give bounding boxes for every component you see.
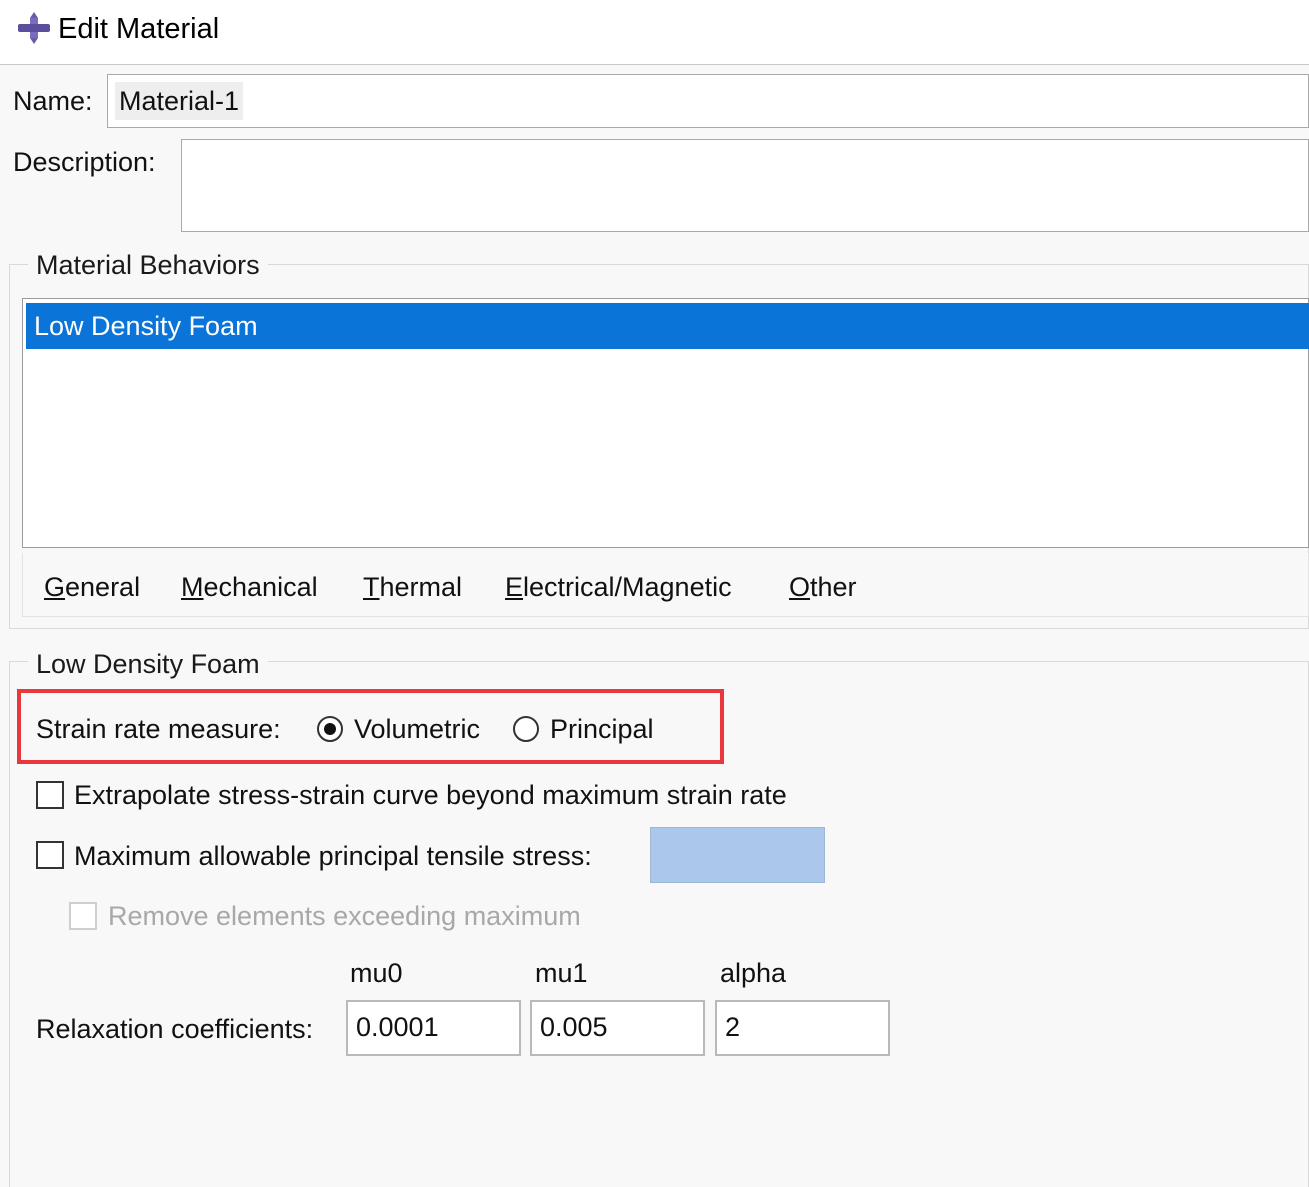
low-density-foam-title: Low Density Foam	[28, 648, 268, 680]
name-value: Material-1	[115, 82, 244, 120]
mu1-input[interactable]: 0.005	[530, 1000, 705, 1056]
radio-volumetric-label[interactable]: Volumetric	[354, 712, 480, 746]
radio-selected-dot	[324, 723, 336, 735]
radio-volumetric[interactable]	[317, 716, 343, 742]
extrapolate-label[interactable]: Extrapolate stress-strain curve beyond m…	[74, 778, 787, 812]
strain-rate-label: Strain rate measure:	[36, 714, 281, 744]
alpha-input[interactable]: 2	[715, 1000, 890, 1056]
window-title: Edit Material	[58, 13, 220, 45]
max-stress-input	[650, 827, 825, 883]
description-field[interactable]	[181, 139, 1309, 232]
column-header-mu1: mu1	[535, 958, 588, 988]
radio-principal[interactable]	[513, 716, 539, 742]
menu-electrical-magnetic[interactable]: Electrical/Magnetic	[505, 570, 732, 604]
extrapolate-checkbox[interactable]	[36, 781, 64, 809]
behavior-item-low-density-foam[interactable]: Low Density Foam	[26, 303, 1309, 349]
column-header-alpha: alpha	[720, 958, 787, 988]
name-label: Name:	[13, 86, 93, 116]
window-titlebar: Edit Material	[0, 0, 1309, 65]
column-header-mu0: mu0	[350, 958, 403, 988]
menu-thermal[interactable]: Thermal	[363, 570, 462, 604]
remove-elements-checkbox	[69, 902, 97, 930]
remove-elements-label: Remove elements exceeding maximum	[108, 901, 581, 931]
menu-general[interactable]: General	[44, 570, 140, 604]
max-stress-checkbox[interactable]	[36, 841, 64, 869]
menu-mechanical[interactable]: Mechanical	[181, 570, 318, 604]
mu0-input[interactable]: 0.0001	[346, 1000, 521, 1056]
description-label: Description:	[13, 147, 156, 177]
name-field[interactable]	[107, 74, 1309, 128]
max-stress-label[interactable]: Maximum allowable principal tensile stre…	[74, 839, 592, 873]
material-behaviors-title: Material Behaviors	[28, 249, 268, 281]
relaxation-label: Relaxation coefficients:	[36, 1014, 314, 1044]
menu-other[interactable]: Other	[789, 570, 857, 604]
radio-principal-label[interactable]: Principal	[550, 712, 654, 746]
material-app-icon	[18, 12, 50, 44]
